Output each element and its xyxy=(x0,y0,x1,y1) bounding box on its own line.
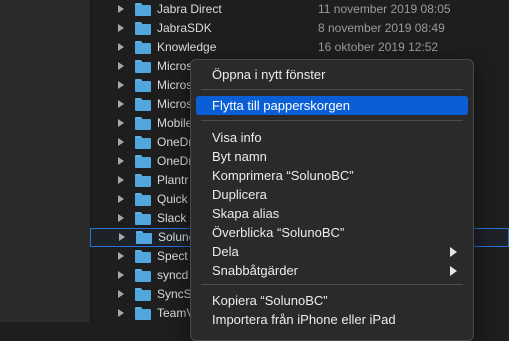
menu-item-get-info[interactable]: Visa info xyxy=(196,128,468,147)
disclosure-triangle-icon[interactable] xyxy=(118,43,124,51)
menu-item-quick-look[interactable]: Överblicka “SolunoBC” xyxy=(196,223,468,242)
menu-item-quick-actions[interactable]: Snabbåtgärder xyxy=(196,261,468,280)
disclosure-triangle-icon[interactable] xyxy=(118,81,124,89)
folder-icon xyxy=(135,174,151,187)
disclosure-triangle-icon[interactable] xyxy=(118,309,124,317)
menu-item-make-alias[interactable]: Skapa alias xyxy=(196,204,468,223)
submenu-arrow-icon xyxy=(450,266,457,276)
file-name: JabraSDK xyxy=(157,21,212,35)
file-name: Knowledge xyxy=(157,40,217,54)
context-menu: Öppna i nytt fönster Flytta till pappers… xyxy=(190,59,474,341)
folder-icon xyxy=(135,212,151,225)
file-name: Micros xyxy=(157,97,193,111)
disclosure-triangle-icon[interactable] xyxy=(118,157,124,165)
list-item[interactable]: JabraSDK 8 november 2019 08:49 xyxy=(90,19,509,38)
disclosure-triangle-icon[interactable] xyxy=(118,5,124,13)
file-name: TeamV xyxy=(157,306,195,320)
file-date: 16 oktober 2019 12:52 xyxy=(318,40,439,54)
disclosure-triangle-icon[interactable] xyxy=(118,252,124,260)
disclosure-triangle-icon[interactable] xyxy=(118,119,124,127)
folder-icon xyxy=(135,41,151,54)
file-name: Slack xyxy=(157,211,187,225)
file-name: Micros xyxy=(157,78,193,92)
disclosure-triangle-icon[interactable] xyxy=(118,62,124,70)
folder-icon xyxy=(135,250,151,263)
menu-separator xyxy=(201,120,463,121)
file-name: SyncS xyxy=(157,287,192,301)
menu-item-rename[interactable]: Byt namn xyxy=(196,147,468,166)
file-name: OneDr xyxy=(157,154,193,168)
list-item[interactable]: Knowledge 16 oktober 2019 12:52 xyxy=(90,38,509,57)
folder-icon xyxy=(135,98,151,111)
list-item[interactable]: Jabra Direct 11 november 2019 08:05 xyxy=(90,0,509,19)
disclosure-triangle-icon[interactable] xyxy=(119,233,125,241)
folder-icon xyxy=(135,155,151,168)
file-name: Jabra Direct xyxy=(157,2,222,16)
folder-icon xyxy=(135,60,151,73)
menu-item-compress[interactable]: Komprimera “SolunoBC” xyxy=(196,166,468,185)
disclosure-triangle-icon[interactable] xyxy=(118,100,124,108)
folder-icon xyxy=(135,3,151,16)
disclosure-triangle-icon[interactable] xyxy=(118,214,124,222)
menu-item-duplicate[interactable]: Duplicera xyxy=(196,185,468,204)
file-name: syncd xyxy=(157,268,189,282)
menu-separator xyxy=(201,89,463,90)
menu-item-share[interactable]: Dela xyxy=(196,242,468,261)
menu-item-share-label: Dela xyxy=(212,244,239,259)
disclosure-triangle-icon[interactable] xyxy=(118,195,124,203)
menu-item-quick-actions-label: Snabbåtgärder xyxy=(212,263,299,278)
folder-icon xyxy=(135,269,151,282)
finder-sidebar xyxy=(0,0,91,322)
file-date: 8 november 2019 08:49 xyxy=(318,21,445,35)
folder-icon xyxy=(136,231,152,244)
disclosure-triangle-icon[interactable] xyxy=(118,24,124,32)
folder-icon xyxy=(135,193,151,206)
menu-separator xyxy=(201,284,463,285)
file-name: Micros xyxy=(157,59,193,73)
disclosure-triangle-icon[interactable] xyxy=(118,290,124,298)
menu-item-move-to-trash[interactable]: Flytta till papperskorgen xyxy=(196,96,468,115)
menu-item-copy[interactable]: Kopiera “SolunoBC” xyxy=(196,291,468,310)
menu-item-open-new-window[interactable]: Öppna i nytt fönster xyxy=(196,65,468,84)
file-name: Spect xyxy=(157,249,188,263)
folder-icon xyxy=(135,79,151,92)
file-name: Plantr xyxy=(157,173,189,187)
disclosure-triangle-icon[interactable] xyxy=(118,176,124,184)
file-date: 11 november 2019 08:05 xyxy=(318,2,451,16)
folder-icon xyxy=(135,117,151,130)
file-name: Mobile xyxy=(157,116,193,130)
menu-item-import-iphone[interactable]: Importera från iPhone eller iPad xyxy=(196,310,468,329)
folder-icon xyxy=(135,288,151,301)
disclosure-triangle-icon[interactable] xyxy=(118,138,124,146)
submenu-arrow-icon xyxy=(450,247,457,257)
file-name: Quick xyxy=(157,192,188,206)
file-name: OneDr xyxy=(157,135,193,149)
disclosure-triangle-icon[interactable] xyxy=(118,271,124,279)
folder-icon xyxy=(135,307,151,320)
folder-icon xyxy=(135,22,151,35)
folder-icon xyxy=(135,136,151,149)
